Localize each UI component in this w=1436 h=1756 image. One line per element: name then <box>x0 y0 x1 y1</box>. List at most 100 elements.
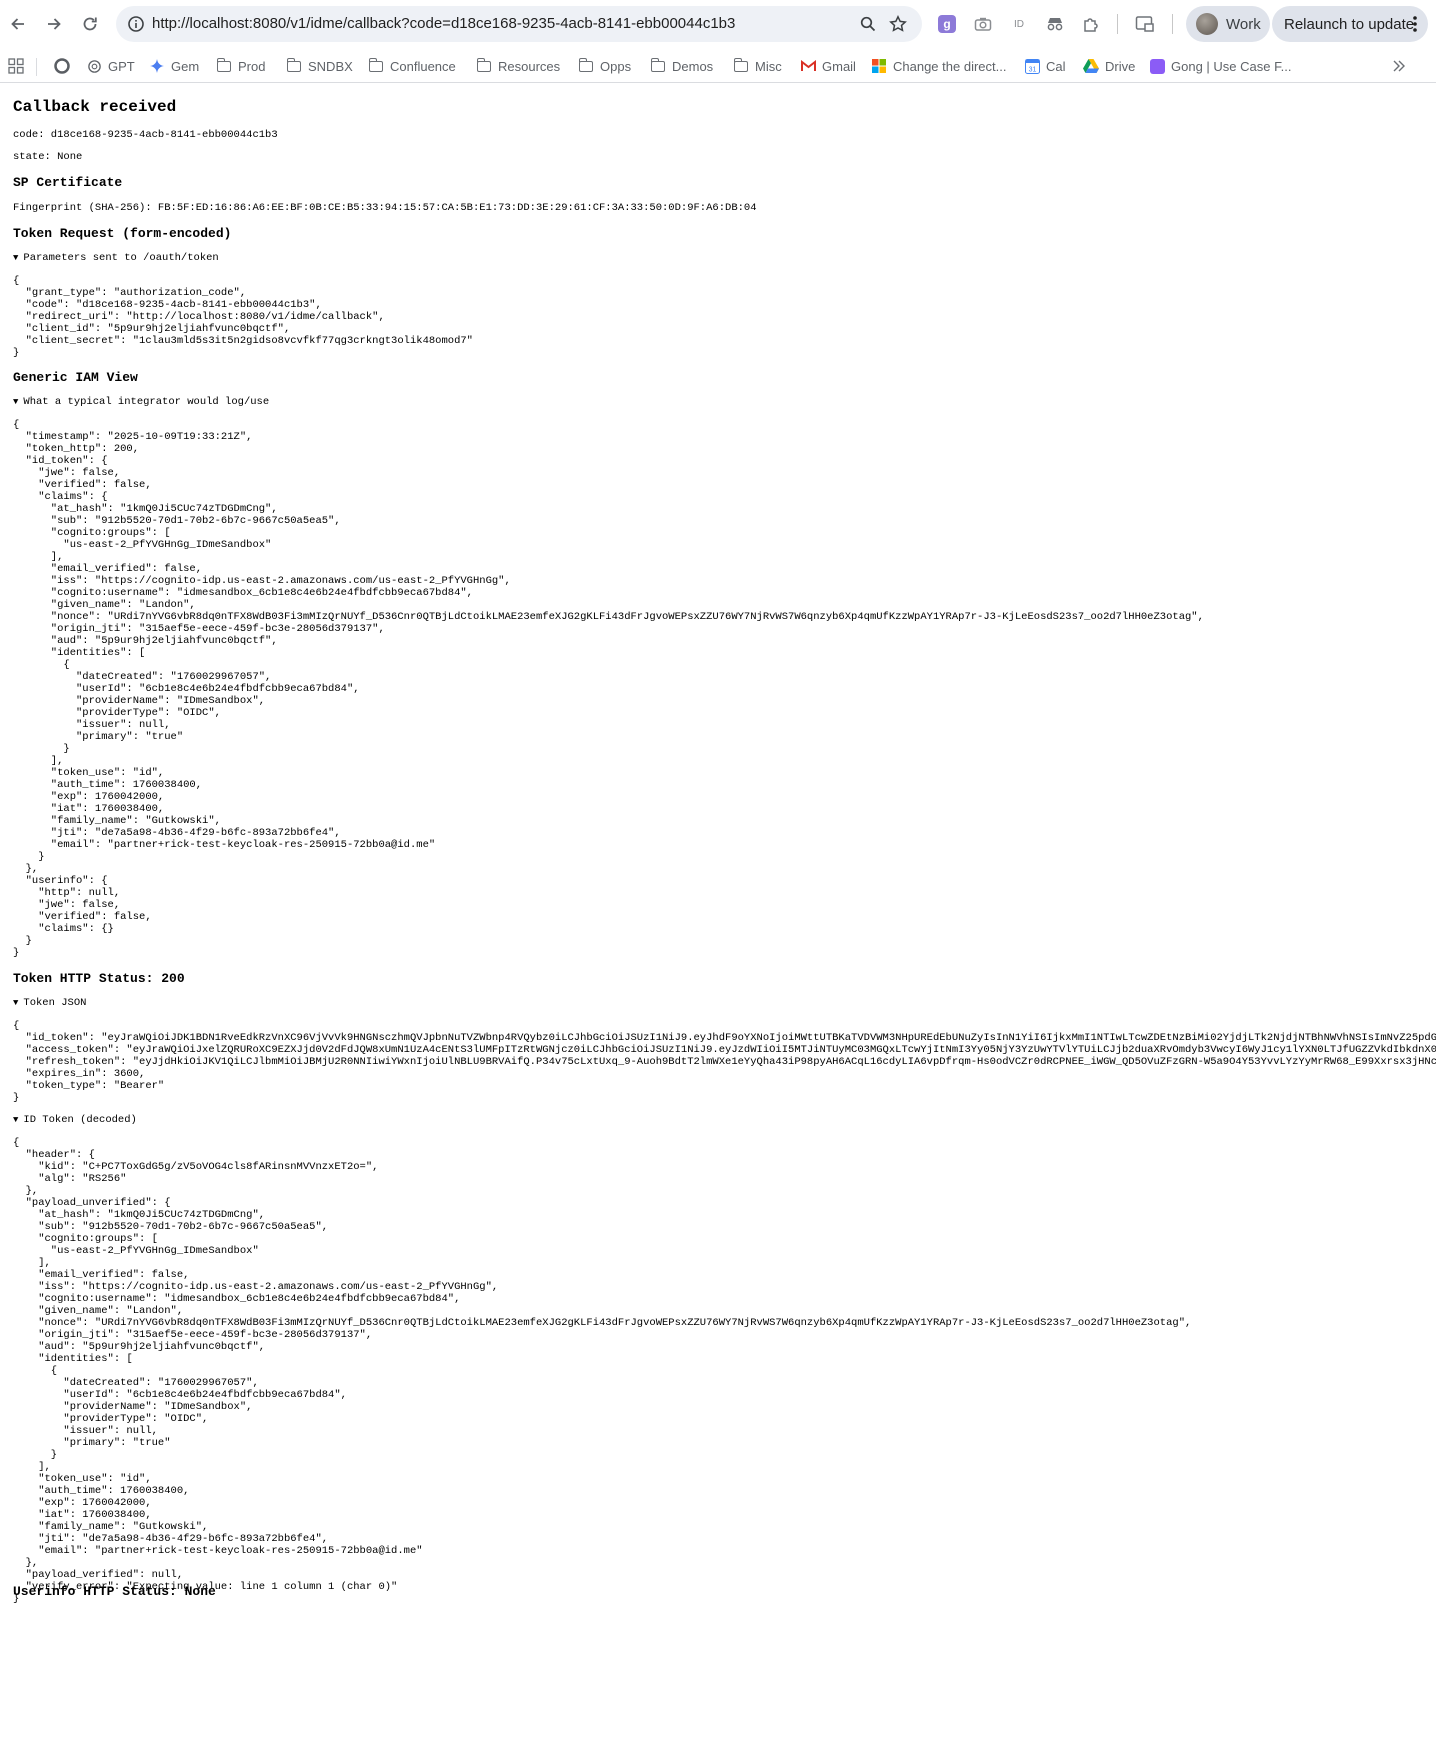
camera-icon[interactable] <box>971 12 995 36</box>
kebab-menu-icon[interactable] <box>1412 14 1418 39</box>
bookmark-label: Gem <box>171 58 200 74</box>
bookmark-gem[interactable]: Gem <box>149 56 199 76</box>
disclosure-triangle-icon: ▼ <box>13 1115 19 1125</box>
arrow-right-icon <box>48 18 61 30</box>
bookmark-folder-misc[interactable]: Misc <box>733 56 782 76</box>
bookmark-label: Resources <box>498 58 561 74</box>
bookmark-circle-icon[interactable] <box>54 56 70 76</box>
calendar-icon: 31 <box>1024 58 1040 74</box>
svg-text:31: 31 <box>1028 66 1036 73</box>
disclosure-triangle-icon: ▼ <box>13 998 19 1008</box>
bookmark-label: Prod <box>238 58 266 74</box>
bookmark-label: GPT <box>108 58 135 74</box>
bookmark-label: Change the direct... <box>893 58 1007 74</box>
site-info-icon[interactable] <box>124 12 148 36</box>
bookmarks-overflow-chevron-icon[interactable] <box>1392 56 1406 76</box>
extension-idme-icon[interactable]: ID <box>1007 12 1031 36</box>
toolbar-divider <box>1117 14 1118 34</box>
gong-icon <box>1149 58 1165 74</box>
bookmark-label: Gmail <box>822 58 856 74</box>
id-token-details-toggle[interactable]: ▼ ID Token (decoded) <box>13 1114 137 1126</box>
extension-grammarly-icon[interactable]: g <box>935 12 959 36</box>
page-title: Callback received <box>13 98 177 116</box>
userinfo-http-status-heading: Userinfo HTTP Status: None <box>13 1584 216 1599</box>
generic-iam-json: { "timestamp": "2025-10-09T19:33:21Z", "… <box>13 419 1204 959</box>
bookmark-folder-prod[interactable]: Prod <box>216 56 265 76</box>
openai-icon <box>86 58 102 74</box>
bookmark-drive[interactable]: Drive <box>1083 56 1135 76</box>
token-request-details-toggle[interactable]: ▼ Parameters sent to /oauth/token <box>13 252 219 264</box>
bookmark-label: Misc <box>755 58 782 74</box>
profile-button[interactable]: Work <box>1186 6 1270 42</box>
reload-button[interactable] <box>76 10 104 38</box>
reload-icon <box>83 17 97 31</box>
token-request-heading: Token Request (form-encoded) <box>13 226 232 241</box>
generic-iam-details-toggle[interactable]: ▼ What a typical integrator would log/use <box>13 396 269 408</box>
bookmark-folder-sndbx[interactable]: SNDBX <box>286 56 353 76</box>
bookmark-gmail[interactable]: Gmail <box>800 56 856 76</box>
gemini-icon <box>149 58 165 74</box>
gmail-icon <box>800 58 816 74</box>
bookmark-cal[interactable]: 31 Cal <box>1024 56 1066 76</box>
back-button[interactable] <box>4 10 32 38</box>
disclosure-triangle-icon: ▼ <box>13 397 19 407</box>
folder-icon <box>733 57 749 74</box>
bookmark-label: Opps <box>600 58 632 74</box>
disclosure-triangle-icon: ▼ <box>13 253 19 263</box>
details-summary-label: Token JSON <box>23 997 87 1009</box>
bookmark-label: Gong | Use Case F... <box>1171 58 1292 74</box>
folder-icon <box>476 57 492 74</box>
bookmark-label: Drive <box>1105 58 1136 74</box>
bookmark-gong[interactable]: Gong | Use Case F... <box>1149 56 1291 76</box>
bookmark-gpt[interactable]: GPT <box>86 56 135 76</box>
star-icon[interactable] <box>886 12 910 36</box>
page-content: Callback received code: d18ce168-9235-4a… <box>13 84 1436 1756</box>
bookmark-folder-resources[interactable]: Resources <box>476 56 560 76</box>
details-summary-label: ID Token (decoded) <box>23 1114 137 1126</box>
code-line: code: d18ce168-9235-4acb-8141-ebb00044c1… <box>13 129 278 141</box>
folder-icon <box>286 57 302 74</box>
address-bar[interactable]: http://localhost:8080/v1/idme/callback?c… <box>116 6 922 42</box>
folder-icon <box>368 57 384 74</box>
generic-iam-heading: Generic IAM View <box>13 370 138 385</box>
token-request-json: { "grant_type": "authorization_code", "c… <box>13 275 473 359</box>
toolbar-divider-2 <box>1172 14 1173 34</box>
avatar <box>1196 13 1218 35</box>
relaunch-update-label: Relaunch to update <box>1284 15 1415 33</box>
apps-grid-icon[interactable] <box>8 56 24 76</box>
state-line: state: None <box>13 151 83 163</box>
browser-toolbar: http://localhost:8080/v1/idme/callback?c… <box>0 0 1436 48</box>
forward-button[interactable] <box>40 10 68 38</box>
arrow-left-icon <box>11 18 24 30</box>
spy-extension-icon[interactable] <box>1043 12 1067 36</box>
folder-icon <box>216 57 232 74</box>
microsoft-icon <box>871 58 887 74</box>
bookmark-label: Demos <box>672 58 714 74</box>
fingerprint-line: Fingerprint (SHA-256): FB:5F:ED:16:86:A6… <box>13 202 757 214</box>
puzzle-extensions-icon[interactable] <box>1079 12 1103 36</box>
url-text[interactable]: http://localhost:8080/v1/idme/callback?c… <box>152 15 735 32</box>
bookmark-label: SNDBX <box>308 58 353 74</box>
token-http-status-heading: Token HTTP Status: 200 <box>13 971 185 986</box>
bookmark-folder-demos[interactable]: Demos <box>650 56 713 76</box>
id-token-decoded-json: { "header": { "kid": "C+PC7ToxGdG5g/zV5o… <box>13 1137 1192 1605</box>
bookmarks-divider <box>36 58 37 76</box>
bookmark-label: Cal <box>1046 58 1066 74</box>
bookmark-folder-opps[interactable]: Opps <box>578 56 631 76</box>
details-summary-label: What a typical integrator would log/use <box>23 396 270 408</box>
bookmarks-bar: GPT Gem Prod SNDBX Confluence Resources … <box>0 48 1436 83</box>
relaunch-update-button[interactable]: Relaunch to update <box>1272 6 1428 42</box>
token-json: { "id_token": "eyJraWQiOiJDK1BDN1RveEdkR… <box>13 1020 1436 1104</box>
bookmark-folder-confluence[interactable]: Confluence <box>368 56 456 76</box>
token-json-details-toggle[interactable]: ▼ Token JSON <box>13 997 86 1009</box>
drive-icon <box>1083 58 1099 74</box>
bookmark-change-direct[interactable]: Change the direct... <box>871 56 1006 76</box>
search-icon[interactable] <box>856 12 880 36</box>
tab-search-icon[interactable] <box>1133 12 1157 36</box>
sp-certificate-heading: SP Certificate <box>13 175 123 190</box>
details-summary-label: Parameters sent to /oauth/token <box>23 252 219 264</box>
folder-icon <box>578 57 594 74</box>
folder-icon <box>650 57 666 74</box>
bookmark-label: Confluence <box>390 58 456 74</box>
profile-label: Work <box>1226 15 1261 33</box>
